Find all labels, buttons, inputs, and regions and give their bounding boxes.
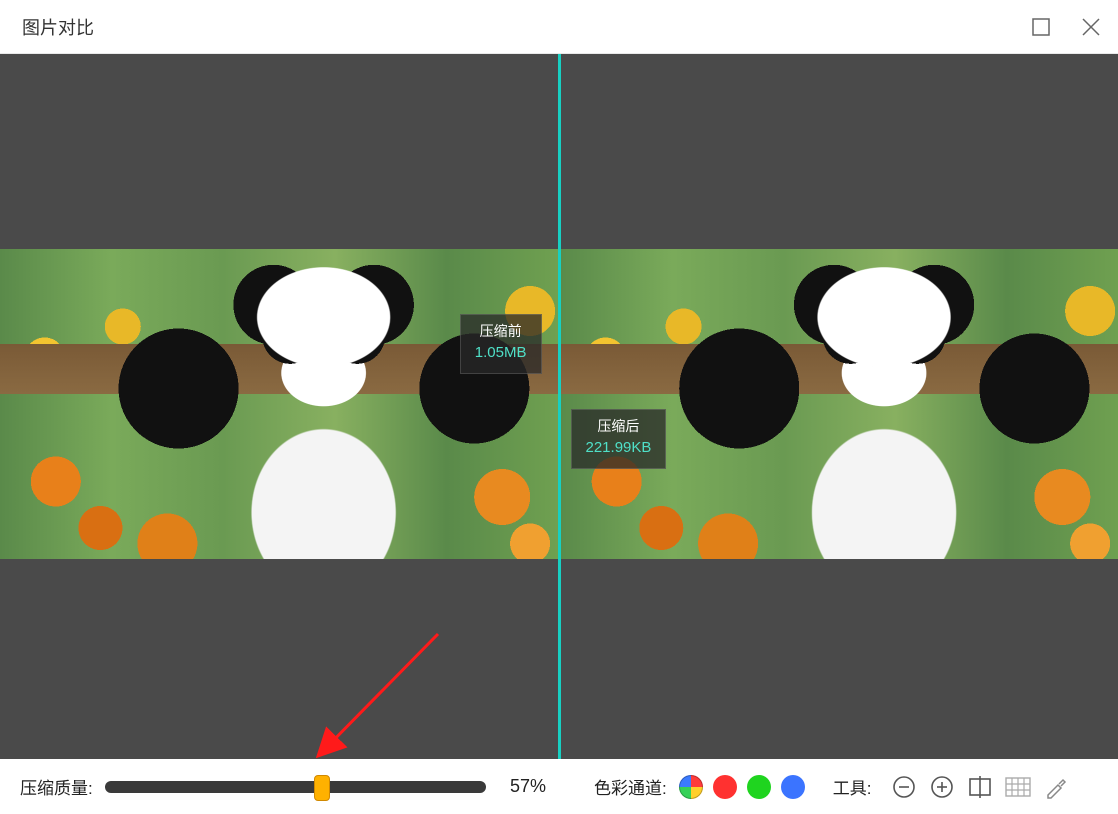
quality-percent: 57% <box>498 776 546 797</box>
after-size-badge: 压缩后 221.99KB <box>571 409 667 469</box>
close-button[interactable] <box>1080 16 1102 38</box>
after-pane[interactable]: 压缩后 221.99KB <box>561 54 1118 759</box>
channel-green-button[interactable] <box>747 775 771 799</box>
quality-label: 压缩质量: <box>20 774 93 799</box>
compare-split-button[interactable] <box>967 774 993 800</box>
maximize-button[interactable] <box>1030 16 1052 38</box>
after-label: 压缩后 <box>586 416 652 437</box>
before-size-badge: 压缩前 1.05MB <box>460 314 542 374</box>
bottom-toolbar: 压缩质量: 57% 色彩通道: 工具: <box>0 759 1118 814</box>
before-size-value: 1.05MB <box>475 342 527 365</box>
quality-slider[interactable] <box>105 777 486 797</box>
window-title: 图片对比 <box>22 14 94 40</box>
channel-red-button[interactable] <box>713 775 737 799</box>
quality-control-group: 压缩质量: 57% <box>0 774 560 799</box>
slider-thumb[interactable] <box>314 775 330 801</box>
before-image <box>0 249 558 559</box>
grid-button[interactable] <box>1005 774 1031 800</box>
before-pane[interactable]: 压缩前 1.05MB <box>0 54 561 759</box>
slider-track <box>105 781 486 793</box>
eyedropper-button[interactable] <box>1043 774 1069 800</box>
before-label: 压缩前 <box>475 321 527 342</box>
title-bar: 图片对比 <box>0 0 1118 54</box>
zoom-in-button[interactable] <box>929 774 955 800</box>
channel-blue-button[interactable] <box>781 775 805 799</box>
channel-rgb-button[interactable] <box>679 775 703 799</box>
channels-label: 色彩通道: <box>594 774 667 799</box>
zoom-out-button[interactable] <box>891 774 917 800</box>
window-controls <box>1030 16 1102 38</box>
tools-label: 工具: <box>833 774 872 799</box>
image-compare-area: 压缩前 1.05MB 压缩后 221.99KB <box>0 54 1118 759</box>
right-toolbar: 色彩通道: 工具: <box>560 774 1118 800</box>
after-image <box>561 249 1118 559</box>
after-size-value: 221.99KB <box>586 437 652 460</box>
tools-group <box>891 774 1069 800</box>
